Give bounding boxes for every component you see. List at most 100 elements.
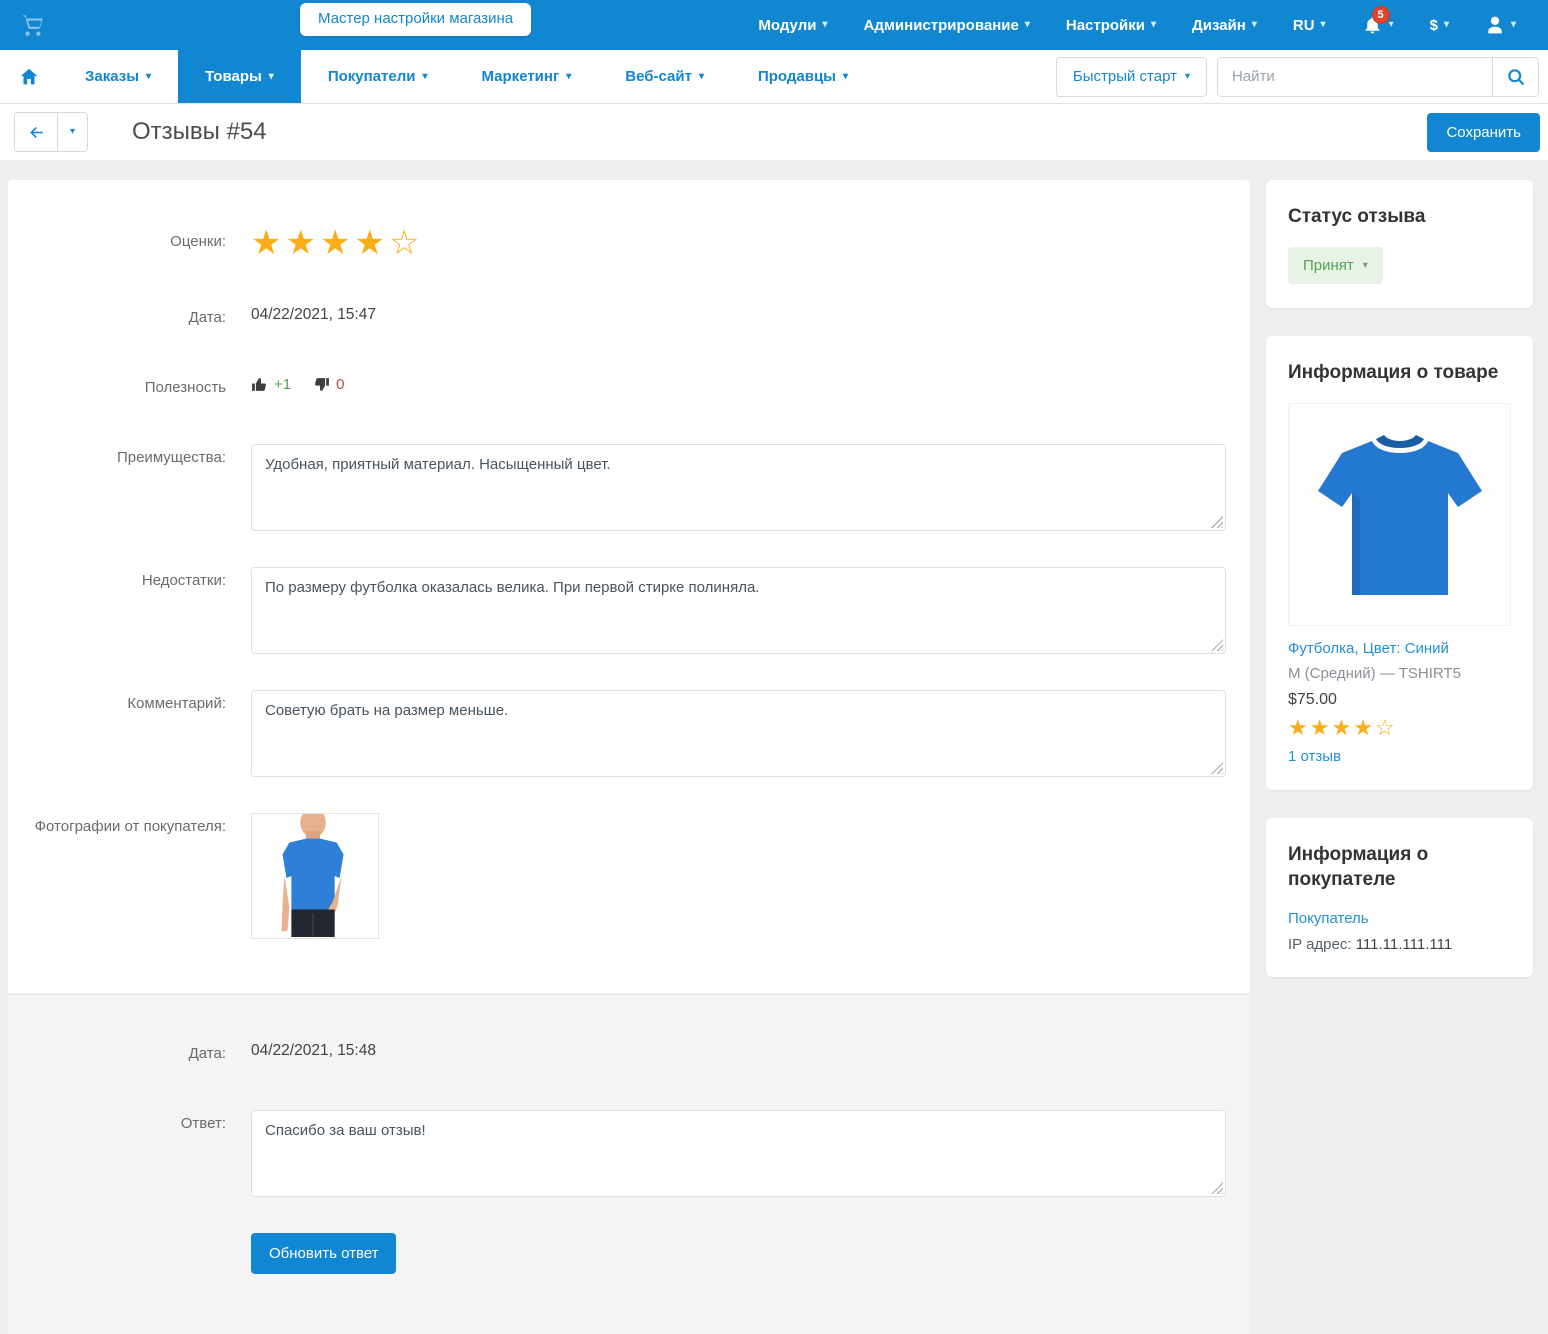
content-area: Оценки: ★★★★☆ Дата: 04/22/2021, 15:47 По… bbox=[0, 160, 1548, 1334]
home-button[interactable] bbox=[0, 50, 58, 103]
disadvantages-textarea[interactable]: По размеру футболка оказалась велика. Пр… bbox=[251, 567, 1226, 654]
rating-stars[interactable]: ★★★★☆ bbox=[251, 228, 1226, 258]
reply-date-label: Дата: bbox=[8, 1040, 226, 1064]
tshirt-image bbox=[1300, 415, 1500, 615]
star-filled-icon: ★ bbox=[320, 224, 354, 262]
chevron-down-icon: ▾ bbox=[1511, 20, 1516, 30]
product-reviews-link[interactable]: 1 отзыв bbox=[1288, 748, 1341, 765]
home-icon bbox=[18, 66, 40, 88]
advantages-textarea[interactable]: Удобная, приятный материал. Насыщенный ц… bbox=[251, 444, 1226, 531]
language-label: RU bbox=[1293, 17, 1315, 34]
search-icon bbox=[1506, 67, 1526, 87]
chevron-down-icon: ▾ bbox=[822, 20, 827, 30]
customer-ip: IP адрес: 111.11.111.111 bbox=[1288, 936, 1511, 953]
quick-start-label: Быстрый старт bbox=[1073, 68, 1177, 85]
review-panel: Оценки: ★★★★☆ Дата: 04/22/2021, 15:47 По… bbox=[8, 180, 1250, 993]
customer-photo-thumbnail[interactable] bbox=[251, 813, 379, 939]
product-rating-stars: ★★★★☆ bbox=[1288, 717, 1511, 739]
nav-products-label: Товары bbox=[205, 68, 262, 85]
thumbs-down-icon bbox=[313, 376, 330, 393]
review-status-card: Статус отзыва Принят ▾ bbox=[1266, 180, 1533, 308]
nav-vendors[interactable]: Продавцы ▾ bbox=[731, 50, 875, 103]
nav-website-label: Веб-сайт bbox=[625, 68, 692, 85]
reply-answer-row: Ответ: Спасибо за ваш отзыв! bbox=[8, 1110, 1250, 1197]
reply-answer-label: Ответ: bbox=[8, 1110, 226, 1134]
customer-link[interactable]: Покупатель bbox=[1288, 910, 1369, 927]
nav-orders[interactable]: Заказы ▾ bbox=[58, 50, 178, 103]
product-price: $75.00 bbox=[1288, 691, 1511, 709]
chevron-down-icon: ▾ bbox=[1151, 20, 1156, 30]
nav-customers-label: Покупатели bbox=[328, 68, 416, 85]
chevron-down-icon: ▾ bbox=[699, 72, 704, 82]
ip-value: 111.11.111.111 bbox=[1356, 936, 1452, 953]
currency-selector[interactable]: $ ▾ bbox=[1430, 17, 1449, 34]
save-button[interactable]: Сохранить bbox=[1427, 113, 1540, 152]
arrow-left-icon bbox=[27, 123, 46, 142]
chevron-down-icon: ▾ bbox=[269, 72, 274, 82]
notifications-button[interactable]: 5 ▾ bbox=[1362, 15, 1394, 36]
nav-marketing[interactable]: Маркетинг ▾ bbox=[455, 50, 599, 103]
menu-administration[interactable]: Администрирование ▾ bbox=[863, 17, 1029, 34]
chevron-down-icon: ▾ bbox=[1185, 72, 1190, 82]
update-reply-button[interactable]: Обновить ответ bbox=[251, 1233, 396, 1274]
ip-label: IP адрес: bbox=[1288, 936, 1352, 953]
menu-settings[interactable]: Настройки ▾ bbox=[1066, 17, 1156, 34]
chevron-down-icon: ▾ bbox=[1321, 20, 1326, 30]
nav-products[interactable]: Товары ▾ bbox=[178, 50, 301, 103]
nav-website[interactable]: Веб-сайт ▾ bbox=[598, 50, 731, 103]
review-status-dropdown[interactable]: Принят ▾ bbox=[1288, 247, 1383, 284]
star-empty-icon: ☆ bbox=[389, 224, 423, 262]
currency-symbol: $ bbox=[1430, 17, 1438, 34]
date-row: Дата: 04/22/2021, 15:47 bbox=[8, 304, 1250, 328]
reply-date-row: Дата: 04/22/2021, 15:48 bbox=[8, 1040, 1250, 1064]
star-filled-icon: ★ bbox=[251, 224, 285, 262]
chevron-down-icon: ▾ bbox=[70, 127, 75, 137]
comment-row: Комментарий: Советую брать на размер мен… bbox=[8, 690, 1250, 777]
menu-design-label: Дизайн bbox=[1192, 17, 1246, 34]
thumbs-down-count: 0 bbox=[313, 376, 344, 393]
nav-orders-label: Заказы bbox=[85, 68, 139, 85]
rating-row: Оценки: ★★★★☆ bbox=[8, 228, 1250, 258]
advantages-row: Преимущества: Удобная, приятный материал… bbox=[8, 444, 1250, 531]
menu-addons[interactable]: Модули ▾ bbox=[758, 17, 827, 34]
chevron-down-icon: ▾ bbox=[1025, 20, 1030, 30]
account-menu[interactable]: ▾ bbox=[1485, 15, 1516, 35]
language-selector[interactable]: RU ▾ bbox=[1293, 17, 1326, 34]
chevron-down-icon: ▾ bbox=[566, 72, 571, 82]
comment-textarea[interactable]: Советую брать на размер меньше. bbox=[251, 690, 1226, 777]
disadvantages-row: Недостатки: По размеру футболка оказалас… bbox=[8, 567, 1250, 654]
reply-textarea[interactable]: Спасибо за ваш отзыв! bbox=[251, 1110, 1226, 1197]
topbar-menu: Модули ▾ Администрирование ▾ Настройки ▾… bbox=[758, 15, 1530, 36]
back-dropdown-button[interactable]: ▾ bbox=[57, 113, 87, 151]
chevron-down-icon: ▾ bbox=[843, 72, 848, 82]
product-info-card: Информация о товаре Футболка, Цвет: Сини… bbox=[1266, 336, 1533, 790]
star-filled-icon: ★ bbox=[1310, 715, 1332, 740]
menu-settings-label: Настройки bbox=[1066, 17, 1145, 34]
star-filled-icon: ★ bbox=[1288, 715, 1310, 740]
star-filled-icon: ★ bbox=[1353, 715, 1375, 740]
quick-start-button[interactable]: Быстрый старт ▾ bbox=[1056, 57, 1207, 97]
search-input[interactable] bbox=[1218, 58, 1492, 96]
customer-info-card: Информация о покупателе Покупатель IP ад… bbox=[1266, 818, 1533, 977]
thumbs-up-value: +1 bbox=[274, 376, 291, 393]
nav-marketing-label: Маркетинг bbox=[482, 68, 560, 85]
back-button[interactable] bbox=[15, 113, 57, 151]
chevron-down-icon: ▾ bbox=[146, 72, 151, 82]
top-bar: Мастер настройки магазина Модули ▾ Админ… bbox=[0, 0, 1548, 50]
customer-info-title: Информация о покупателе bbox=[1288, 842, 1511, 892]
product-info-title: Информация о товаре bbox=[1288, 360, 1511, 385]
thumbs-up-icon bbox=[251, 376, 268, 393]
usefulness-row: Полезность +1 0 bbox=[8, 374, 1250, 398]
usefulness-values: +1 0 bbox=[251, 374, 1226, 393]
product-image[interactable] bbox=[1288, 403, 1511, 626]
star-filled-icon: ★ bbox=[285, 224, 319, 262]
nav-vendors-label: Продавцы bbox=[758, 68, 836, 85]
store-setup-wizard-button[interactable]: Мастер настройки магазина bbox=[300, 3, 531, 36]
product-name-link[interactable]: Футболка, Цвет: Синий bbox=[1288, 640, 1449, 657]
search-button[interactable] bbox=[1492, 58, 1538, 96]
menu-design[interactable]: Дизайн ▾ bbox=[1192, 17, 1257, 34]
star-filled-icon: ★ bbox=[354, 224, 388, 262]
review-status-value: Принят bbox=[1303, 257, 1354, 274]
storefront-cart-icon[interactable] bbox=[18, 10, 48, 40]
nav-customers[interactable]: Покупатели ▾ bbox=[301, 50, 455, 103]
